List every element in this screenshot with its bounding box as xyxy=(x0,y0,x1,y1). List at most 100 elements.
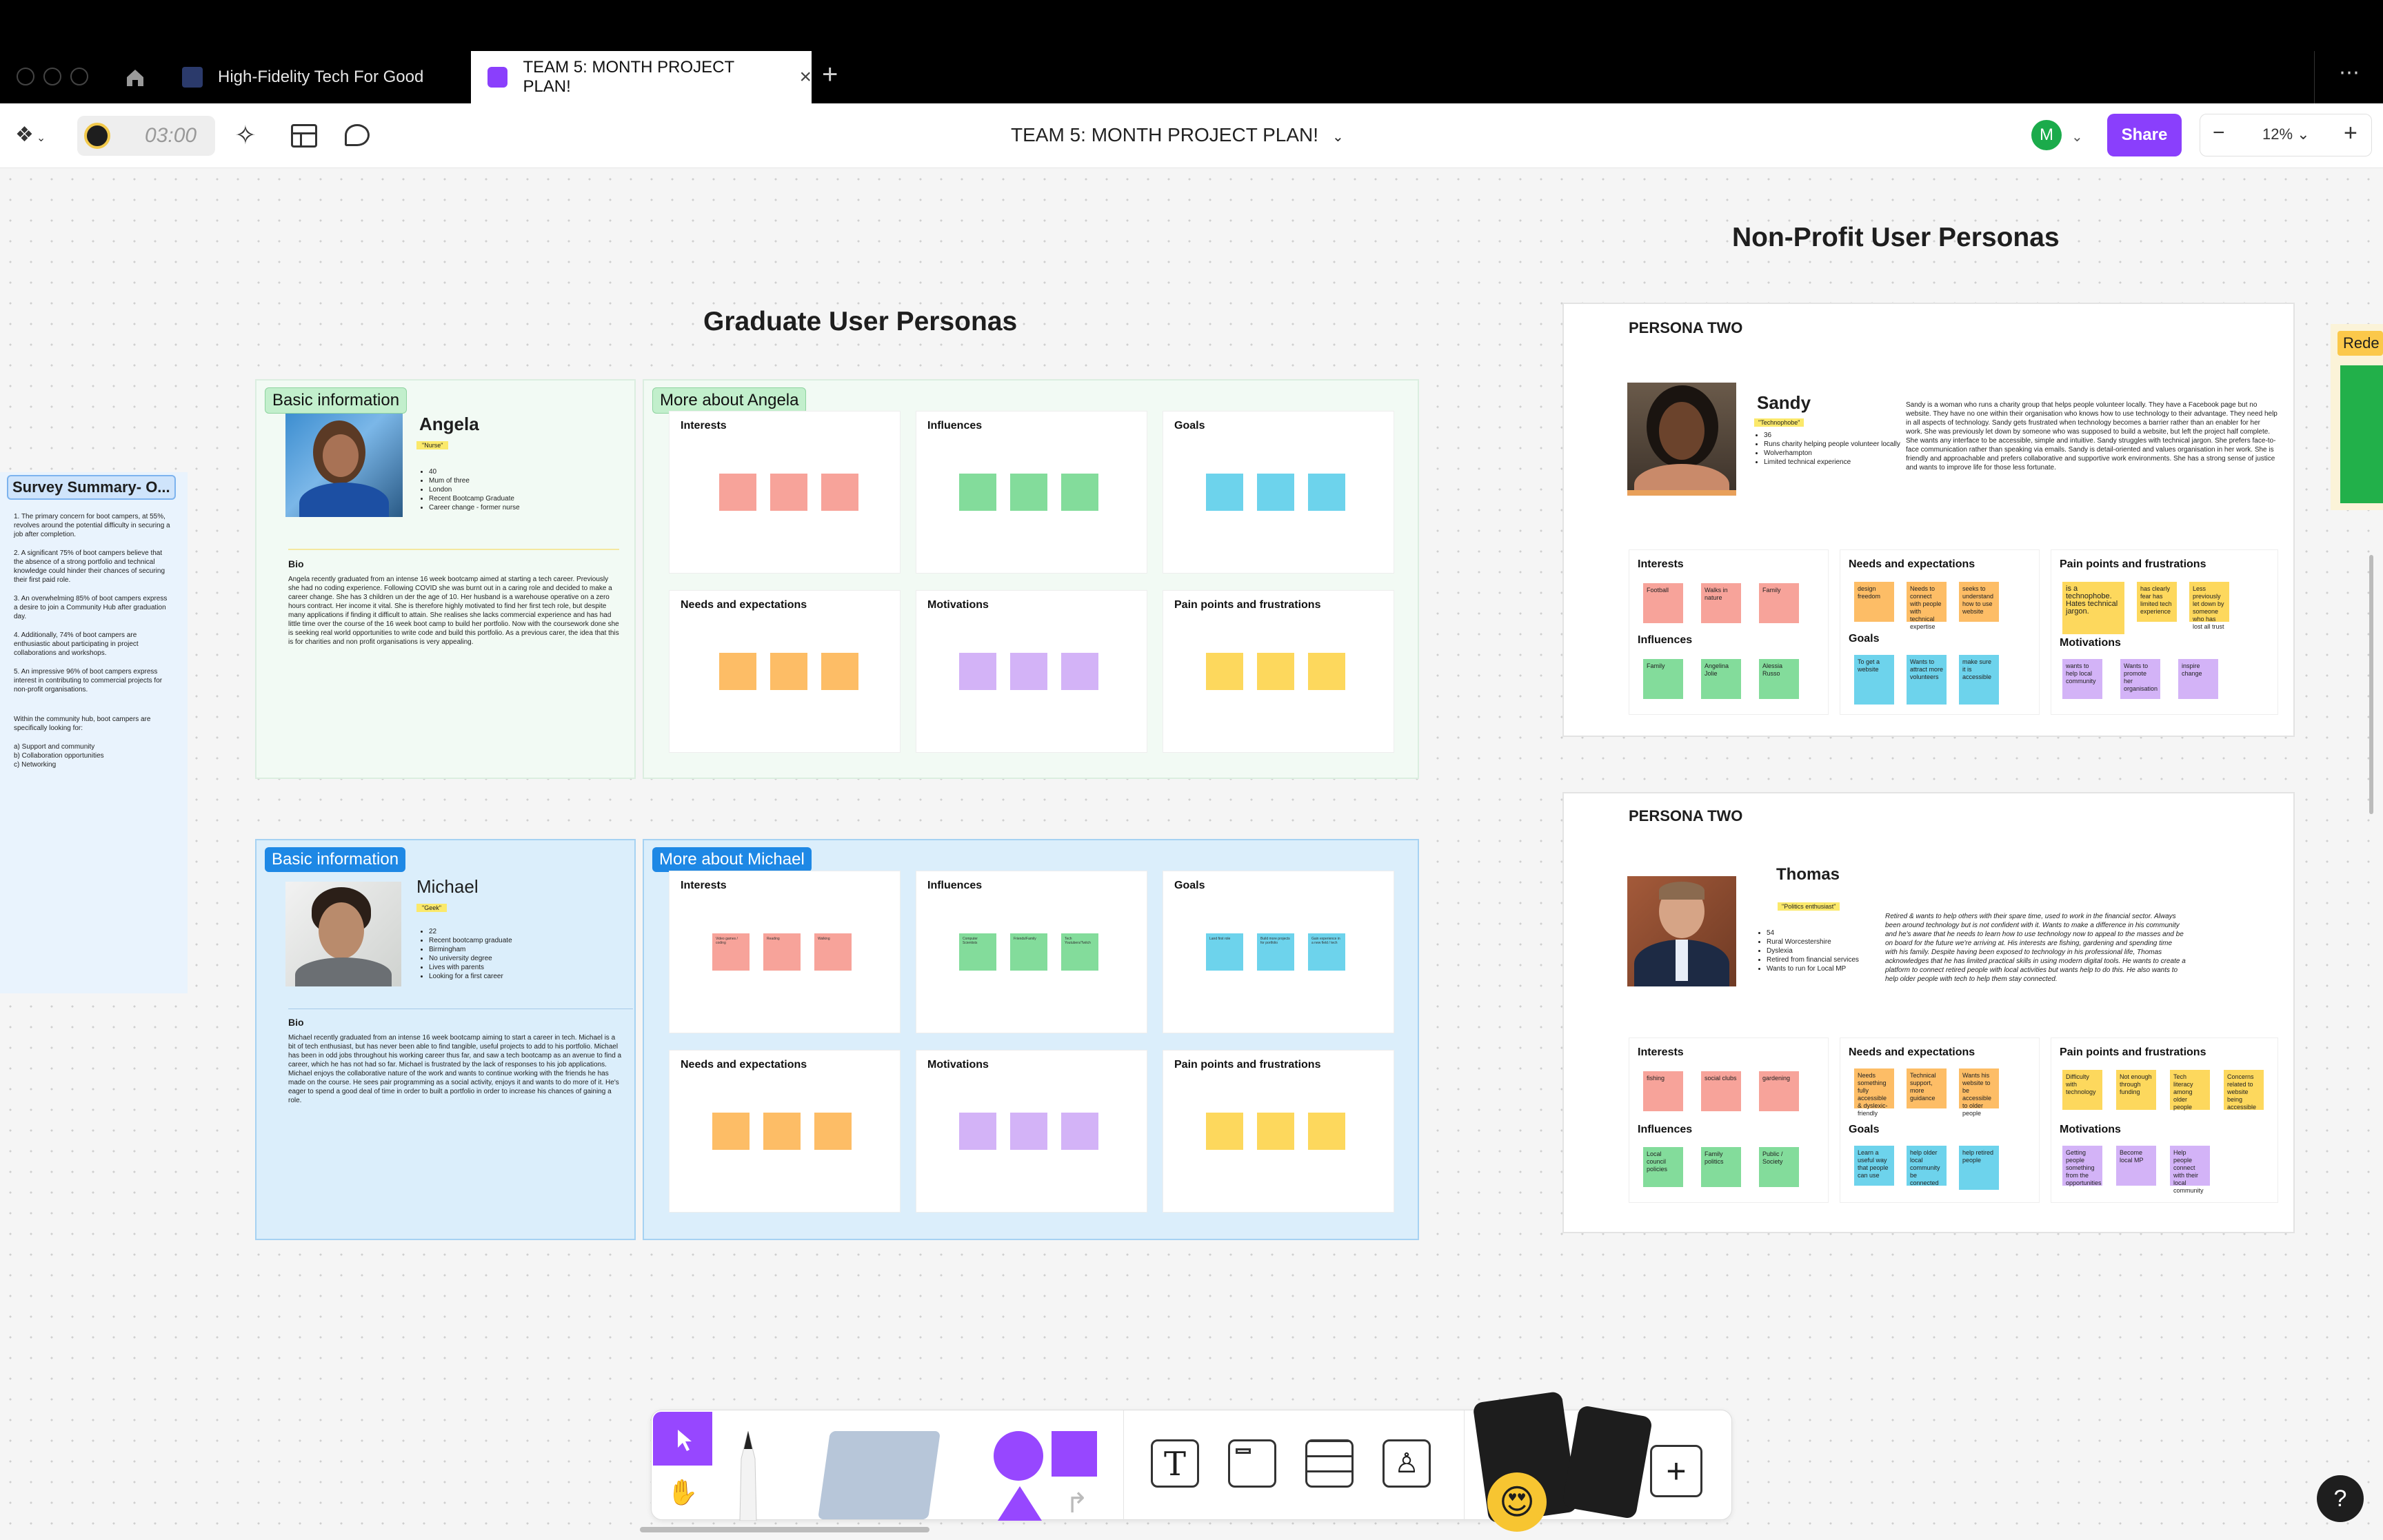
sticky-note[interactable]: social clubs xyxy=(1701,1071,1741,1111)
sticky-note[interactable]: Friends/Family xyxy=(1010,933,1047,971)
sticky-note[interactable] xyxy=(959,653,996,690)
sticky-note[interactable]: Wants to promote her organisation xyxy=(2120,659,2160,699)
whiteboard-canvas[interactable]: Graduate User Personas Non-Profit User P… xyxy=(0,169,2383,1540)
sticky-note[interactable]: Getting people something from the opport… xyxy=(2062,1146,2102,1186)
sticky-note[interactable]: Not enough through funding xyxy=(2116,1070,2156,1110)
sticky-note[interactable] xyxy=(1010,474,1047,511)
sticky-note[interactable] xyxy=(1308,474,1345,511)
sticky-note[interactable]: Computer Scientists xyxy=(959,933,996,971)
select-tool[interactable] xyxy=(653,1412,712,1466)
sticky-note[interactable]: has clearly fear has limited tech experi… xyxy=(2137,582,2177,622)
sticky-note-tool[interactable] xyxy=(818,1431,941,1519)
user-avatar[interactable]: M xyxy=(2031,120,2062,150)
sticky-note[interactable]: To get a website xyxy=(1854,655,1894,705)
sticky-note[interactable]: Walks in nature xyxy=(1701,583,1741,623)
horizontal-scrollbar[interactable] xyxy=(640,1527,929,1532)
sticky-note[interactable]: seeks to understand how to use website xyxy=(1959,582,1999,622)
sticky-note[interactable]: Less previously let down by someone who … xyxy=(2189,582,2229,630)
sticky-note[interactable] xyxy=(1257,474,1294,511)
pain-points-card[interactable]: Pain points and frustrations xyxy=(1163,590,1394,753)
close-tab-icon[interactable]: × xyxy=(799,65,812,89)
square-shape-tool[interactable] xyxy=(1052,1431,1097,1477)
influences-card[interactable]: Influences xyxy=(916,411,1147,574)
sticky-note[interactable]: Family xyxy=(1643,659,1683,699)
window-close-dot[interactable] xyxy=(17,68,34,85)
sticky-note[interactable]: Angelina Jolie xyxy=(1701,659,1741,699)
interests-card[interactable]: Interests Video games / coding Reading Wal… xyxy=(669,871,901,1033)
sticky-note[interactable]: Wants to attract more volunteers xyxy=(1907,655,1947,705)
sticky-note[interactable] xyxy=(1308,653,1345,690)
sticky-note[interactable] xyxy=(1206,474,1243,511)
survey-summary-note[interactable]: Survey Summary- O... 1. The primary conc… xyxy=(0,472,188,993)
motivations-card[interactable]: Motivations xyxy=(916,590,1147,753)
sticky-note[interactable]: Concerns related to website being access… xyxy=(2224,1070,2264,1111)
needs-card[interactable]: Needs and expectations xyxy=(669,590,901,753)
triangle-shape-tool[interactable] xyxy=(998,1486,1042,1521)
sticky-note[interactable]: Family xyxy=(1759,583,1799,623)
sticky-note[interactable] xyxy=(1061,653,1098,690)
sticky-note[interactable]: design freedom xyxy=(1854,582,1894,622)
new-tab-icon[interactable]: + xyxy=(822,59,838,90)
sticky-note[interactable] xyxy=(959,474,996,511)
needs-card[interactable]: Needs and expectations xyxy=(669,1050,901,1213)
sticky-note[interactable]: Land first role xyxy=(1206,933,1243,971)
michael-more-frame[interactable]: More about Michael Interests Video games… xyxy=(643,839,1419,1240)
zoom-in-icon[interactable]: + xyxy=(2344,120,2357,147)
sticky-note[interactable]: Needs to connect with people with techni… xyxy=(1907,582,1947,630)
sticky-note[interactable] xyxy=(712,1113,750,1150)
thomas-persona-card[interactable]: PERSONA TWO Thomas "Politics enthusiast"… xyxy=(1562,792,2295,1233)
sticky-note[interactable]: Difficulty with technology xyxy=(2062,1070,2102,1110)
sticky-note[interactable]: Reading xyxy=(763,933,801,971)
sticky-note[interactable] xyxy=(959,1113,996,1150)
sticky-note[interactable]: Build more projects for portfolio xyxy=(1257,933,1294,971)
sticky-note[interactable] xyxy=(1010,653,1047,690)
sticky-note[interactable]: Local council policies xyxy=(1643,1147,1683,1187)
sticky-note[interactable] xyxy=(1308,1113,1345,1150)
share-button[interactable]: Share xyxy=(2107,114,2182,156)
sticky-note[interactable]: Wants his website to be accessible to ol… xyxy=(1959,1068,1999,1117)
text-tool-icon[interactable]: T xyxy=(1151,1439,1199,1488)
offscreen-frame[interactable]: Rede xyxy=(2331,324,2383,510)
sticky-note[interactable]: Help people connect with their local com… xyxy=(2170,1146,2210,1194)
vertical-scrollbar[interactable] xyxy=(2369,555,2373,814)
more-menu-icon[interactable]: ⋯ xyxy=(2339,61,2362,85)
sticky-note[interactable]: Walking xyxy=(814,933,852,971)
comment-icon[interactable] xyxy=(345,124,370,146)
influences-card[interactable]: Influences Computer Scientists Friends/Fa… xyxy=(916,871,1147,1033)
sticky-note[interactable]: Tech Youtubers/Twitch xyxy=(1061,933,1098,971)
hand-tool-icon[interactable]: ✋ xyxy=(653,1467,712,1518)
sticky-note[interactable]: Gain experience in a new field / tech xyxy=(1308,933,1345,971)
table-tool-icon[interactable] xyxy=(1305,1439,1354,1488)
michael-basic-frame[interactable]: Basic information Michael "Geek" 22 Rece… xyxy=(255,839,636,1240)
template-layout-icon[interactable] xyxy=(291,124,317,148)
window-minimize-dot[interactable] xyxy=(43,68,61,85)
angela-basic-frame[interactable]: Basic information Angela "Nurse" 40 Mum … xyxy=(255,379,636,779)
sticky-note[interactable]: is a technophobe. Hates technical jargon… xyxy=(2062,582,2124,634)
tab-team5[interactable]: TEAM 5: MONTH PROJECT PLAN! × xyxy=(471,51,812,103)
sticky-note[interactable]: help older local community be connected xyxy=(1907,1146,1947,1186)
green-sticky[interactable] xyxy=(2340,365,2383,503)
connector-tool-icon[interactable]: ↱ xyxy=(1065,1488,1089,1519)
sticky-note[interactable] xyxy=(1257,653,1294,690)
sticky-note[interactable] xyxy=(1061,474,1098,511)
html-to-design-plugin[interactable] xyxy=(1561,1404,1653,1520)
home-icon[interactable] xyxy=(121,63,149,91)
pain-points-card[interactable]: Pain points and frustrations xyxy=(1163,1050,1394,1213)
marker-tool[interactable] xyxy=(734,1430,762,1521)
sticky-note[interactable]: Learn a useful way that people can use xyxy=(1854,1146,1894,1186)
timer-widget[interactable]: 03:00 xyxy=(77,116,215,156)
sticky-note[interactable]: inspire change xyxy=(2178,659,2218,699)
sticky-note[interactable]: Needs something fully accessible & dysle… xyxy=(1854,1068,1894,1117)
stamp-tool-icon[interactable]: ♙ xyxy=(1382,1439,1431,1488)
sticky-note[interactable]: Tech literacy among older people xyxy=(2170,1070,2210,1111)
goals-card[interactable]: Goals Land first role Build more projects… xyxy=(1163,871,1394,1033)
angela-more-frame[interactable]: More about Angela Interests Influences G… xyxy=(643,379,1419,779)
sticky-note[interactable]: help retired people xyxy=(1959,1146,1999,1190)
avatar-chevron-icon[interactable]: ⌄ xyxy=(2071,128,2083,145)
sticky-note[interactable] xyxy=(821,474,858,511)
sticky-note[interactable]: gardening xyxy=(1759,1071,1799,1111)
sticky-note[interactable]: Alessia Russo xyxy=(1759,659,1799,699)
window-maximize-dot[interactable] xyxy=(70,68,88,85)
sticky-note[interactable]: make sure it is accessible xyxy=(1959,655,1999,705)
ai-sparkle-icon[interactable]: ✧ xyxy=(234,120,257,151)
